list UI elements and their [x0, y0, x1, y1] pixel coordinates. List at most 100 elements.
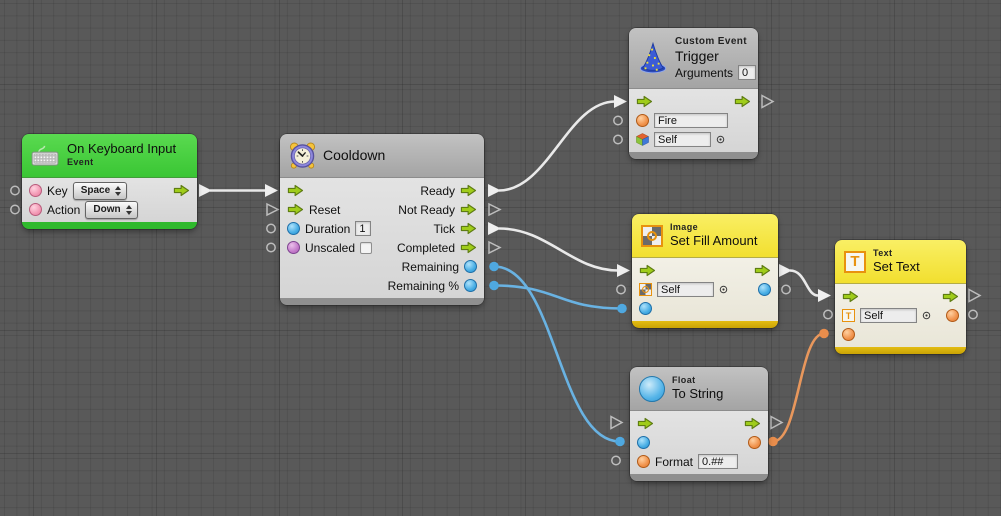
- updown-icon: [115, 186, 121, 196]
- completed-label: Completed: [397, 241, 455, 255]
- enter-port[interactable]: [639, 264, 656, 277]
- text-icon: T: [844, 251, 866, 273]
- not-ready-port[interactable]: [460, 203, 477, 216]
- float-icon: [639, 376, 665, 402]
- remaining-pct-label: Remaining %: [388, 279, 459, 293]
- format-port[interactable]: [637, 455, 650, 468]
- duration-label: Duration: [305, 222, 350, 236]
- unscaled-port[interactable]: [287, 241, 300, 254]
- node-title: Cooldown: [323, 147, 385, 163]
- target-field[interactable]: [654, 132, 711, 147]
- node-footer: [22, 222, 197, 229]
- node-footer: [632, 321, 778, 328]
- node-header[interactable]: Custom Event Trigger Arguments: [629, 28, 758, 89]
- node-body: [632, 258, 778, 321]
- target-picker-icon[interactable]: [922, 311, 931, 320]
- event-name-port[interactable]: [636, 114, 649, 127]
- node-footer: [629, 152, 758, 159]
- duration-port[interactable]: [287, 222, 300, 235]
- enter-port[interactable]: [636, 95, 653, 108]
- float-input-port[interactable]: [637, 436, 650, 449]
- arguments-field[interactable]: [738, 65, 756, 80]
- node-subtitle: Text: [873, 248, 920, 259]
- target-picker-icon[interactable]: [716, 135, 725, 144]
- target-field[interactable]: [657, 282, 714, 297]
- node-subtitle: Image: [670, 222, 757, 233]
- output-value-port[interactable]: [946, 309, 959, 322]
- ready-port[interactable]: [460, 184, 477, 197]
- wire-remainingpct-to-image[interactable]: [489, 281, 627, 314]
- graph-canvas[interactable]: { "colors": { "background": "#595959", "…: [0, 0, 1001, 516]
- image-target-port[interactable]: [639, 283, 652, 296]
- unscaled-checkbox[interactable]: [360, 242, 372, 254]
- reset-label: Reset: [309, 203, 340, 217]
- arguments-label: Arguments: [675, 66, 733, 80]
- keyboard-icon: [31, 144, 60, 167]
- node-float-to-string[interactable]: Float To String Format: [630, 367, 768, 481]
- node-image-set-fill-amount[interactable]: Image Set Fill Amount: [632, 214, 778, 328]
- node-footer: [280, 298, 484, 305]
- updown-icon: [126, 205, 132, 215]
- image-icon: [641, 225, 663, 247]
- node-header[interactable]: On Keyboard Input Event: [22, 134, 197, 178]
- wire-keyboard-to-cooldown[interactable]: [199, 184, 278, 197]
- key-dropdown[interactable]: Space: [73, 182, 127, 200]
- output-value-port[interactable]: [758, 283, 771, 296]
- wire-tick-to-image[interactable]: [488, 222, 630, 277]
- node-header[interactable]: Image Set Fill Amount: [632, 214, 778, 258]
- wire-tostring-to-text[interactable]: [768, 329, 829, 447]
- action-dropdown[interactable]: Down: [85, 201, 137, 219]
- exit-port[interactable]: [942, 290, 959, 303]
- enter-port[interactable]: [637, 417, 654, 430]
- node-title: Trigger: [675, 48, 756, 64]
- action-label: Action: [47, 203, 80, 217]
- exit-port[interactable]: [734, 95, 751, 108]
- reset-port[interactable]: [287, 203, 304, 216]
- node-title: Set Fill Amount: [670, 234, 757, 249]
- wire-ready-to-customevent[interactable]: [488, 95, 627, 197]
- exit-port[interactable]: [744, 417, 761, 430]
- enter-port[interactable]: [287, 184, 304, 197]
- key-port[interactable]: [29, 184, 42, 197]
- node-header[interactable]: Float To String: [630, 367, 768, 411]
- string-output-port[interactable]: [748, 436, 761, 449]
- completed-port[interactable]: [460, 241, 477, 254]
- enter-port[interactable]: [842, 290, 859, 303]
- node-subtitle: Float: [672, 375, 723, 386]
- wire-image-to-text[interactable]: [779, 264, 831, 302]
- format-label: Format: [655, 455, 693, 469]
- key-label: Key: [47, 184, 68, 198]
- node-body: [629, 89, 758, 152]
- event-name-field[interactable]: [654, 113, 728, 128]
- trigger-out-port[interactable]: [173, 184, 190, 197]
- node-title: Set Text: [873, 260, 920, 275]
- node-body: Format: [630, 411, 768, 474]
- action-port[interactable]: [29, 203, 42, 216]
- node-custom-event-trigger[interactable]: Custom Event Trigger Arguments: [629, 28, 758, 159]
- remaining-pct-port[interactable]: [464, 279, 477, 292]
- target-picker-icon[interactable]: [719, 285, 728, 294]
- node-footer: [835, 347, 966, 354]
- remaining-port[interactable]: [464, 260, 477, 273]
- text-target-port[interactable]: T: [842, 309, 855, 322]
- node-body: Ready Reset Not Ready Duration Tick Unsc…: [280, 178, 484, 298]
- node-cooldown[interactable]: Cooldown Ready Reset Not Ready Duration …: [280, 134, 484, 305]
- text-value-port[interactable]: [842, 328, 855, 341]
- node-text-set-text[interactable]: T Text Set Text T: [835, 240, 966, 354]
- tick-port[interactable]: [460, 222, 477, 235]
- node-title: On Keyboard Input: [67, 142, 176, 157]
- node-body: T: [835, 284, 966, 347]
- remaining-label: Remaining: [402, 260, 459, 274]
- wire-remaining-to-tostring[interactable]: [489, 262, 625, 447]
- exit-port[interactable]: [754, 264, 771, 277]
- node-header[interactable]: Cooldown: [280, 134, 484, 178]
- duration-field[interactable]: [355, 221, 371, 236]
- unscaled-label: Unscaled: [305, 241, 355, 255]
- fill-amount-port[interactable]: [639, 302, 652, 315]
- node-subtitle: Custom Event: [675, 36, 756, 49]
- gameobject-cube-icon[interactable]: [636, 133, 649, 146]
- target-field[interactable]: [860, 308, 917, 323]
- node-on-keyboard-input[interactable]: On Keyboard Input Event Key Space Action…: [22, 134, 197, 229]
- format-field[interactable]: [698, 454, 738, 469]
- node-header[interactable]: T Text Set Text: [835, 240, 966, 284]
